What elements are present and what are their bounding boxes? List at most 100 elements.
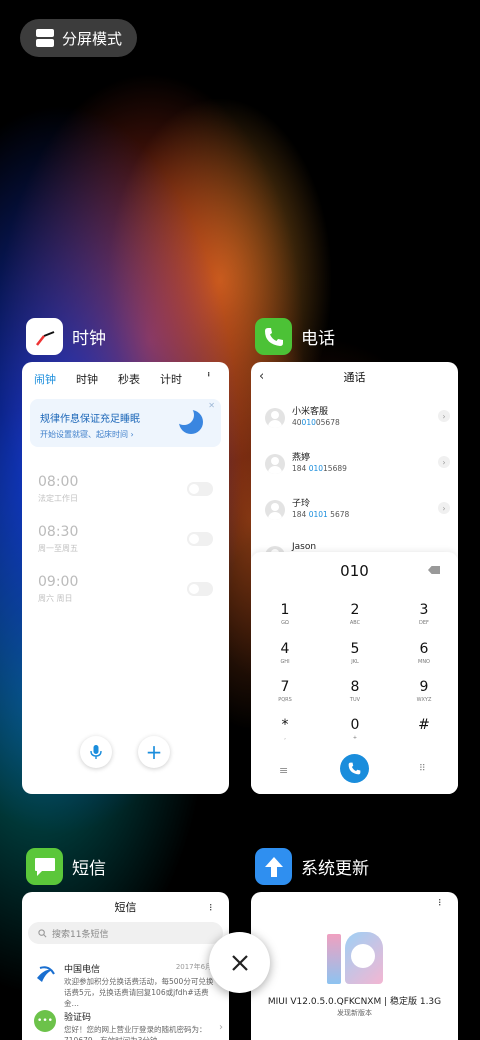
chevron-right-icon[interactable]: › [438, 502, 450, 514]
contact-item[interactable]: 小米客服 4001005678 › [265, 404, 450, 436]
alarm-repeat: 法定工作日 [38, 494, 78, 503]
clock-tabs: 闹钟 时钟 秒表 计时 ··· [22, 362, 229, 387]
phone-icon [348, 762, 361, 775]
update-app-header[interactable]: 系统更新 [255, 848, 369, 885]
update-status: 发现新版本 [337, 1009, 372, 1017]
clock-card[interactable]: 闹钟 时钟 秒表 计时 ··· 规律作息保证充足睡眠 开始设置就寝、起床时间 ›… [22, 362, 229, 794]
dial-key[interactable]: # [404, 717, 444, 735]
phone-title: 通话 [343, 371, 366, 384]
alarm-item[interactable]: 08:30 周一至周五 [38, 524, 78, 554]
avatar [265, 454, 285, 474]
alarm-item[interactable]: 08:00 法定工作日 [38, 474, 78, 504]
update-version: MIUI V12.0.5.0.QFKCNXM | 稳定版 1.3G [267, 997, 442, 1007]
close-icon [231, 954, 248, 971]
phone-topbar: ‹ 通话 [251, 362, 458, 392]
chevron-right-icon[interactable]: › [438, 456, 450, 468]
miui-12-logo [327, 930, 383, 986]
contact-number: 4001005678 [292, 418, 340, 427]
alarm-time: 08:30 [38, 524, 79, 540]
dial-key[interactable]: 3 DEF [404, 602, 444, 626]
alarm-item[interactable]: 09:00 周六 周日 [38, 574, 78, 604]
phone-app-name: 电话 [301, 329, 335, 349]
moon-icon [174, 405, 203, 434]
message-sender: 中国电信 [64, 965, 101, 975]
alarm-repeat: 周六 周日 [38, 594, 73, 603]
alarm-time: 09:00 [38, 574, 79, 590]
dial-key[interactable]: *, [265, 717, 305, 741]
clock-app-header[interactable]: 时钟 [26, 318, 106, 355]
more-icon[interactable]: ··· [433, 898, 446, 906]
contact-name: 子玲 [292, 499, 311, 509]
phone-card[interactable]: ‹ 通话 小米客服 4001005678 › 燕婷 184 01015689 ›… [251, 362, 458, 794]
message-item[interactable]: ••• 验证码 您好！您的网上营业厅登录的随机密码为：710679，有效时间为3… [34, 1010, 223, 1040]
dial-key[interactable]: 6 MNO [404, 641, 444, 665]
chevron-right-icon[interactable]: › [438, 410, 450, 422]
dial-key[interactable]: 7 PQRS [265, 679, 305, 703]
dial-key[interactable]: 5 JKL [335, 641, 375, 665]
search-placeholder: 搜索11条短信 [52, 929, 109, 940]
keypad-icon[interactable]: ⠿ [419, 764, 426, 774]
tab-alarm[interactable]: 闹钟 [34, 371, 56, 387]
dial-key[interactable]: 9 WXYZ [404, 679, 444, 703]
search-icon [38, 928, 47, 937]
more-icon[interactable]: ··· [204, 903, 217, 911]
back-icon[interactable]: ‹ [259, 369, 264, 384]
dial-key[interactable]: 1 GΩ [265, 602, 305, 626]
message-item[interactable]: 中国电信 2017年6月30 欢迎参加积分兑换话费活动，每500分可兑换话费5元… [34, 962, 221, 1008]
china-telecom-icon [37, 966, 55, 982]
split-screen-label: 分屏模式 [62, 29, 123, 48]
avatar [265, 408, 285, 428]
dial-key[interactable]: 2 ABC [335, 602, 375, 626]
close-icon[interactable]: ✕ [208, 401, 215, 410]
contact-item[interactable]: 燕婷 184 01015689 › [265, 450, 450, 482]
alarm-toggle[interactable] [187, 482, 213, 496]
clock-app-name: 时钟 [72, 329, 106, 349]
add-alarm-button[interactable]: + [138, 736, 170, 768]
call-button[interactable] [340, 754, 369, 783]
tab-stopwatch[interactable]: 秒表 [118, 371, 140, 387]
sms-app-header[interactable]: 短信 [26, 848, 106, 885]
mic-icon [90, 745, 102, 759]
verification-avatar: ••• [34, 1010, 56, 1032]
alarm-toggle[interactable] [187, 532, 213, 546]
voice-button[interactable] [80, 736, 112, 768]
message-preview: 您好！您的网上营业厅登录的随机密码为：710679，有效时间为3分钟 [64, 1025, 207, 1040]
sms-title: 短信 [114, 901, 137, 914]
sms-search-input[interactable]: 搜索11条短信 [28, 922, 223, 944]
dial-key[interactable]: 0 + [335, 717, 375, 741]
split-screen-icon [36, 29, 54, 47]
message-sender: 验证码 [64, 1013, 92, 1023]
contact-name: 小米客服 [292, 407, 329, 417]
update-app-icon [255, 848, 292, 885]
alarm-repeat: 周一至周五 [38, 544, 78, 553]
sms-topbar: 短信 ··· [22, 892, 229, 922]
dial-key[interactable]: 8 TUV [335, 679, 375, 703]
phone-app-header[interactable]: 电话 [255, 318, 335, 355]
plus-icon: + [145, 740, 163, 764]
split-screen-button[interactable]: 分屏模式 [20, 19, 137, 57]
tab-clock[interactable]: 时钟 [76, 371, 98, 387]
phone-app-icon [255, 318, 292, 355]
contact-name: 燕婷 [292, 453, 311, 463]
clear-all-button[interactable] [209, 932, 270, 993]
menu-icon[interactable]: ≡ [279, 764, 288, 777]
clock-app-icon [26, 318, 63, 355]
more-icon[interactable]: ··· [202, 371, 215, 387]
message-preview: 欢迎参加积分兑换话费活动，每500分可兑换话费5元，兑换话费请回复106或jfd… [64, 977, 214, 1008]
alarm-time: 08:00 [38, 474, 79, 490]
sleep-banner[interactable]: 规律作息保证充足睡眠 开始设置就寝、起床时间 › ✕ [30, 399, 221, 447]
sms-app-name: 短信 [72, 859, 106, 879]
update-card[interactable]: ··· MIUI V12.0.5.0.QFKCNXM | 稳定版 1.3G 发现… [251, 892, 458, 1040]
tab-timer[interactable]: 计时 [160, 371, 182, 387]
dial-input[interactable]: 010 [251, 562, 458, 580]
contact-number: 184 01015689 [292, 464, 347, 473]
contact-item[interactable]: 子玲 184 0101 5678 › [265, 496, 450, 528]
sms-app-icon [26, 848, 63, 885]
dial-key[interactable]: 4 GHI [265, 641, 305, 665]
contact-number: 184 0101 5678 [292, 510, 350, 519]
avatar [265, 500, 285, 520]
dialpad: 010 1 GΩ 2 ABC 3 DEF 4 GHI 5 JKL 6 MNO 7 PQRS 8… [251, 552, 458, 794]
chevron-right-icon: › [219, 1022, 223, 1033]
sms-card[interactable]: 短信 ··· 搜索11条短信 中国电信 2017年6月30 欢迎参加积分兑换话费… [22, 892, 229, 1040]
alarm-toggle[interactable] [187, 582, 213, 596]
